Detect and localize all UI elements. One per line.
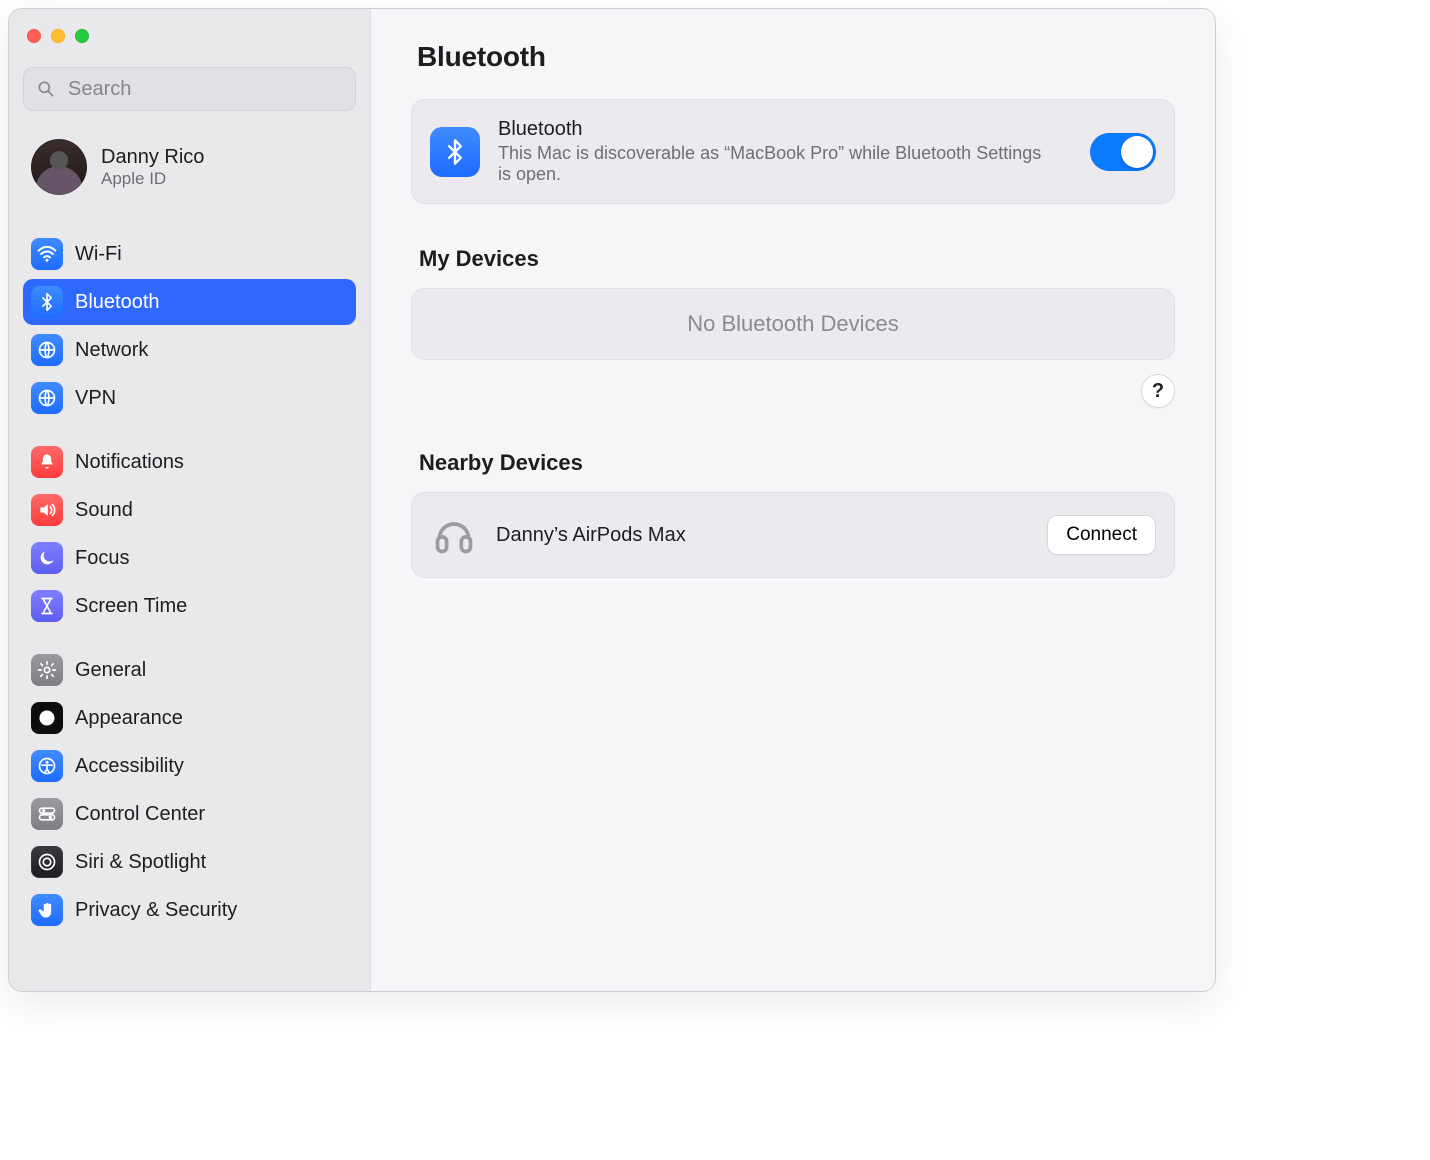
sidebar-item-label: Screen Time xyxy=(75,595,348,618)
sidebar-item-label: Bluetooth xyxy=(75,291,348,314)
hourglass-icon xyxy=(31,590,63,622)
sidebar-item-wifi[interactable]: Wi-Fi xyxy=(23,231,356,277)
sidebar-item-label: Siri & Spotlight xyxy=(75,851,348,874)
help-button[interactable]: ? xyxy=(1141,374,1175,408)
toggle-knob xyxy=(1121,136,1153,168)
window-controls xyxy=(23,23,356,57)
bell-icon xyxy=(31,446,63,478)
sound-icon xyxy=(31,494,63,526)
sidebar-item-label: Accessibility xyxy=(75,755,348,778)
bluetooth-status-card: Bluetooth This Mac is discoverable as “M… xyxy=(411,99,1175,204)
sidebar: Danny Rico Apple ID Wi-Fi Bluetooth Netw… xyxy=(9,9,371,991)
sidebar-item-privacy-security[interactable]: Privacy & Security xyxy=(23,887,356,933)
account-sub: Apple ID xyxy=(101,169,204,189)
gear-icon xyxy=(31,654,63,686)
sidebar-item-label: Focus xyxy=(75,547,348,570)
globe-icon xyxy=(31,334,63,366)
sidebar-item-bluetooth[interactable]: Bluetooth xyxy=(23,279,356,325)
sidebar-item-label: Network xyxy=(75,339,348,362)
sidebar-item-notifications[interactable]: Notifications xyxy=(23,439,356,485)
sidebar-item-label: Privacy & Security xyxy=(75,899,348,922)
sidebar-item-network[interactable]: Network xyxy=(23,327,356,373)
sidebar-item-focus[interactable]: Focus xyxy=(23,535,356,581)
nearby-devices-list: Danny’s AirPods Max Connect xyxy=(411,492,1175,578)
nearby-device-row: Danny’s AirPods Max Connect xyxy=(412,493,1174,577)
sidebar-item-accessibility[interactable]: Accessibility xyxy=(23,743,356,789)
wifi-icon xyxy=(31,238,63,270)
bluetooth-icon xyxy=(430,127,480,177)
bluetooth-toggle[interactable] xyxy=(1090,133,1156,171)
sidebar-group-system: General Appearance Accessibility Control… xyxy=(23,647,356,933)
switches-icon xyxy=(31,798,63,830)
settings-window: Danny Rico Apple ID Wi-Fi Bluetooth Netw… xyxy=(8,8,1216,992)
sidebar-item-label: Control Center xyxy=(75,803,348,826)
search-icon xyxy=(36,79,56,99)
sidebar-item-vpn[interactable]: VPN xyxy=(23,375,356,421)
appearance-icon xyxy=(31,702,63,734)
sidebar-group-network: Wi-Fi Bluetooth Network VPN xyxy=(23,231,356,421)
nearby-devices-heading: Nearby Devices xyxy=(419,450,1167,476)
moon-icon xyxy=(31,542,63,574)
sidebar-item-siri-spotlight[interactable]: Siri & Spotlight xyxy=(23,839,356,885)
sidebar-item-label: Appearance xyxy=(75,707,348,730)
bluetooth-heading: Bluetooth xyxy=(498,118,1072,141)
close-window-button[interactable] xyxy=(27,29,41,43)
search-input[interactable] xyxy=(66,77,343,102)
avatar xyxy=(31,139,87,195)
sidebar-item-label: General xyxy=(75,659,348,682)
sidebar-item-screen-time[interactable]: Screen Time xyxy=(23,583,356,629)
headphones-icon xyxy=(430,511,478,559)
sidebar-item-sound[interactable]: Sound xyxy=(23,487,356,533)
bluetooth-icon xyxy=(31,286,63,318)
siri-icon xyxy=(31,846,63,878)
minimize-window-button[interactable] xyxy=(51,29,65,43)
nearby-device-name: Danny’s AirPods Max xyxy=(496,524,1029,547)
sidebar-item-label: Sound xyxy=(75,499,348,522)
sidebar-group-alerts: Notifications Sound Focus Screen Time xyxy=(23,439,356,629)
sidebar-item-label: Notifications xyxy=(75,451,348,474)
sidebar-item-label: VPN xyxy=(75,387,348,410)
sidebar-item-label: Wi-Fi xyxy=(75,243,348,266)
page-title: Bluetooth xyxy=(417,41,1171,73)
globe-icon xyxy=(31,382,63,414)
hand-icon xyxy=(31,894,63,926)
main-panel: Bluetooth Bluetooth This Mac is discover… xyxy=(371,9,1215,991)
zoom-window-button[interactable] xyxy=(75,29,89,43)
my-devices-empty: No Bluetooth Devices xyxy=(411,288,1175,360)
sidebar-item-general[interactable]: General xyxy=(23,647,356,693)
my-devices-heading: My Devices xyxy=(419,246,1167,272)
search-field[interactable] xyxy=(23,67,356,111)
apple-id-account[interactable]: Danny Rico Apple ID xyxy=(23,121,356,213)
account-name: Danny Rico xyxy=(101,146,204,169)
accessibility-icon xyxy=(31,750,63,782)
connect-button[interactable]: Connect xyxy=(1047,515,1156,555)
sidebar-item-control-center[interactable]: Control Center xyxy=(23,791,356,837)
bluetooth-description: This Mac is discoverable as “MacBook Pro… xyxy=(498,143,1058,185)
sidebar-item-appearance[interactable]: Appearance xyxy=(23,695,356,741)
